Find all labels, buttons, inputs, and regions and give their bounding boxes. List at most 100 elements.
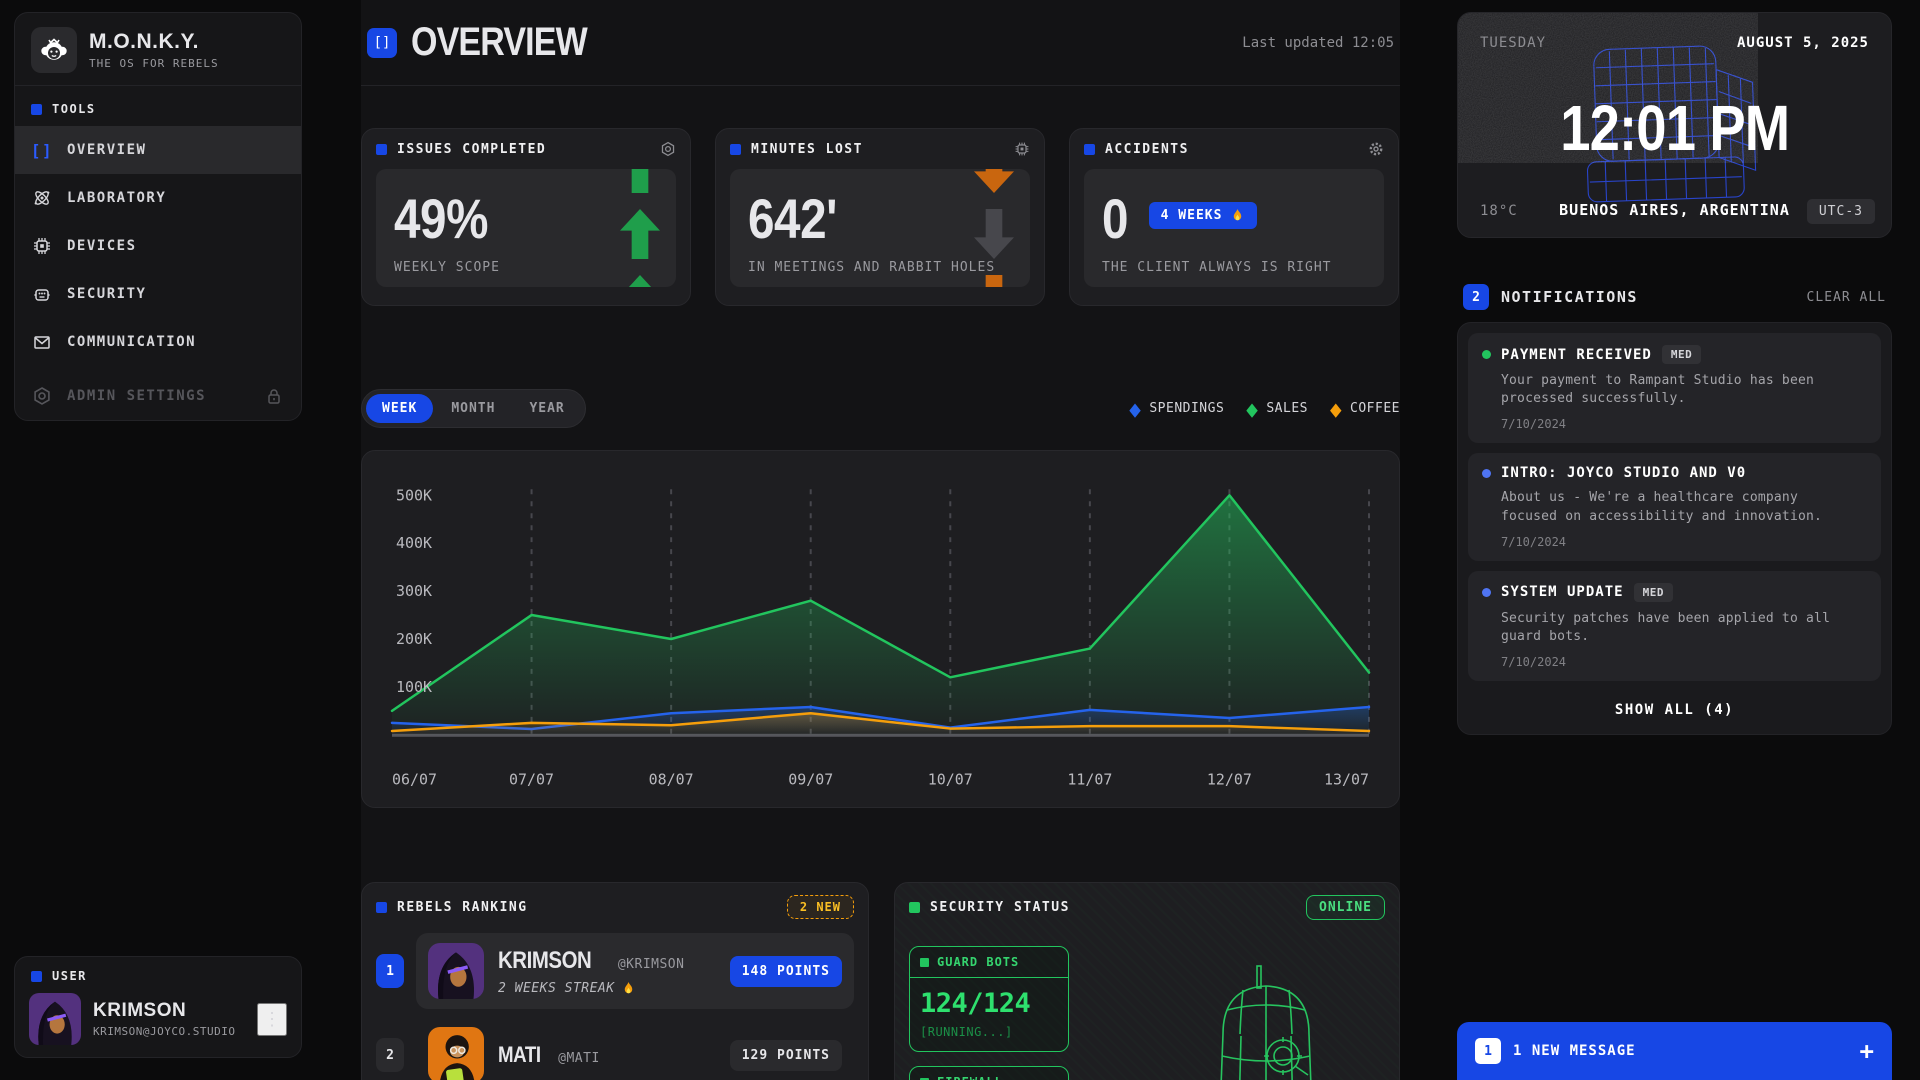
chip-gear-icon[interactable] [1014,141,1030,157]
sidebar-item-label: ADMIN SETTINGS [67,388,206,404]
user-name: KRIMSON [93,1000,235,1022]
message-count-badge: 1 [1475,1038,1501,1064]
guard-bots-count: 124/124 [920,988,1058,1019]
last-updated-label: Last updated 12:05 [1242,35,1394,51]
rebel-handle: @KRIMSON [618,957,685,972]
online-status-badge: ONLINE [1306,895,1385,920]
status-dot-icon [1482,588,1491,597]
notification-body: Your payment to Rampant Studio has been … [1501,372,1861,408]
chart-range-tabs: WEEK MONTH YEAR [361,389,586,428]
trend-down-arrows-icon [974,169,1014,287]
stat-title: ISSUES COMPLETED [397,142,546,157]
sidebar-item-communication[interactable]: COMMUNICATION [15,318,301,366]
user-card: USER KRIMSON KRIMSON@JOYCO.STUDIO ⋮ [14,956,302,1058]
clear-all-button[interactable]: CLEAR ALL [1807,290,1886,305]
notification-count-badge: 2 [1463,284,1489,310]
tab-week[interactable]: WEEK [366,394,433,423]
sidebar-item-label: SECURITY [67,286,146,302]
robot-icon [31,284,53,304]
avatar [428,943,484,999]
nut-icon [31,386,53,406]
diamond-icon: ◆ [1330,397,1342,420]
gear-icon[interactable] [1368,141,1384,157]
sidebar: M.O.N.K.Y. THE OS FOR REBELS TOOLS [] OV… [14,12,302,421]
app-title: M.O.N.K.Y. [89,30,219,54]
firewall-panel: FIREWALL [909,1066,1069,1080]
new-message-bar[interactable]: 1 1 NEW MESSAGE + [1457,1022,1892,1080]
tab-year[interactable]: YEAR [513,394,580,423]
sidebar-item-label: LABORATORY [67,190,166,206]
security-status-card: SECURITY STATUS ONLINE GUARD BOTS 124/12… [894,882,1400,1080]
app-subtitle: THE OS FOR REBELS [89,57,219,70]
tab-month[interactable]: MONTH [435,394,511,423]
message-text: 1 NEW MESSAGE [1513,1043,1636,1059]
rebel-name: KRIMSON [498,947,608,975]
user-section-label: USER [29,969,287,983]
sidebar-item-overview[interactable]: [] OVERVIEW [15,126,301,174]
app-logo[interactable]: M.O.N.K.Y. THE OS FOR REBELS [15,25,301,85]
severity-badge: MED [1634,583,1673,602]
chart-canvas: 100K200K300K400K500K06/0707/0708/0709/07… [386,467,1375,799]
svg-text:500K: 500K [396,486,432,504]
plus-icon[interactable]: + [1860,1037,1874,1065]
activity-chart: 100K200K300K400K500K06/0707/0708/0709/07… [386,467,1375,799]
panel-label: FIREWALL [937,1075,1003,1080]
notifications-panel: PAYMENT RECEIVED MED Your payment to Ram… [1457,322,1892,735]
monkey-logo-icon [31,27,77,73]
svg-text:400K: 400K [396,534,432,552]
section-marker-icon [31,971,42,982]
svg-text:300K: 300K [396,582,432,600]
notification-date: 7/10/2024 [1501,655,1867,669]
nut-icon[interactable] [660,141,676,157]
sidebar-item-security[interactable]: SECURITY [15,270,301,318]
show-all-button[interactable]: SHOW ALL (4) [1468,691,1881,724]
sidebar-item-label: OVERVIEW [67,142,146,158]
guard-bots-panel: GUARD BOTS 124/124 [RUNNING...] [909,946,1069,1052]
mail-icon [31,332,53,352]
sidebar-item-label: COMMUNICATION [67,334,196,350]
ranking-row-1[interactable]: 1 KRIMSON @KRIMSON 2 WEEKS STREAK [376,933,854,1009]
points-badge: 148 POINTS [730,956,842,987]
avatar[interactable] [29,993,81,1045]
severity-badge: MED [1662,345,1701,364]
bottom-row: REBELS RANKING 2 NEW 1 KRIMSON @KRIMSON [361,882,1400,1080]
notification-date: 7/10/2024 [1501,417,1867,431]
svg-text:100K: 100K [396,678,432,696]
stat-body: 642' IN MEETINGS AND RABBIT HOLES [730,169,1030,287]
main-content: [] OVERVIEW Last updated 12:05 ISSUES CO… [361,0,1400,1080]
stat-caption: IN MEETINGS AND RABBIT HOLES [748,260,995,275]
card-marker-icon [376,144,387,155]
stat-value: 0 [1102,191,1133,247]
stat-title: ACCIDENTS [1105,142,1189,157]
svg-text:12/07: 12/07 [1207,771,1252,789]
stat-card-minutes-lost: MINUTES LOST 642' IN MEETINGS AND RABBIT… [715,128,1045,306]
legend-sales: ◆ SALES [1246,400,1308,418]
notification-item[interactable]: INTRO: JOYCO STUDIO AND V0 About us - We… [1468,453,1881,560]
svg-text:11/07: 11/07 [1067,771,1112,789]
notification-body: About us - We're a healthcare company fo… [1501,489,1861,525]
ranking-row-2[interactable]: 2 MATI @MATI 129 POINTS [376,1023,854,1080]
stat-card-issues-completed: ISSUES COMPLETED 49% WEEKLY SCOPE [361,128,691,306]
weekday-label: TUESDAY [1480,35,1546,51]
stat-body: 0 4 WEEKS THE CLIENT ALWAYS IS RIGHT [1084,169,1384,287]
user-email: KRIMSON@JOYCO.STUDIO [93,1025,235,1038]
notification-date: 7/10/2024 [1501,535,1867,549]
tools-section-label: TOOLS [15,86,301,126]
notification-body: Security patches have been applied to al… [1501,610,1861,646]
stat-title: MINUTES LOST [751,142,863,157]
kebab-menu-icon[interactable]: ⋮ [257,1003,287,1036]
stat-value: 49% [394,191,658,247]
page-header: [] OVERVIEW Last updated 12:05 [361,0,1400,86]
notification-item[interactable]: SYSTEM UPDATE MED Security patches have … [1468,571,1881,681]
notification-item[interactable]: PAYMENT RECEIVED MED Your payment to Ram… [1468,333,1881,443]
streak-label: 2 WEEKS STREAK [498,981,684,996]
stat-card-accidents: ACCIDENTS 0 4 WEEKS THE CLIENT ALWAYS IS… [1069,128,1399,306]
panel-label: GUARD BOTS [937,955,1019,969]
clock-time: 12:01 PM [1458,91,1891,165]
status-dot-icon [1482,350,1491,359]
sidebar-item-laboratory[interactable]: LABORATORY [15,174,301,222]
sidebar-item-devices[interactable]: DEVICES [15,222,301,270]
clock-widget: TUESDAY AUGUST 5, 2025 12:01 PM 18°C BUE… [1457,12,1892,238]
panel-marker-icon [920,958,929,967]
svg-text:08/07: 08/07 [649,771,694,789]
